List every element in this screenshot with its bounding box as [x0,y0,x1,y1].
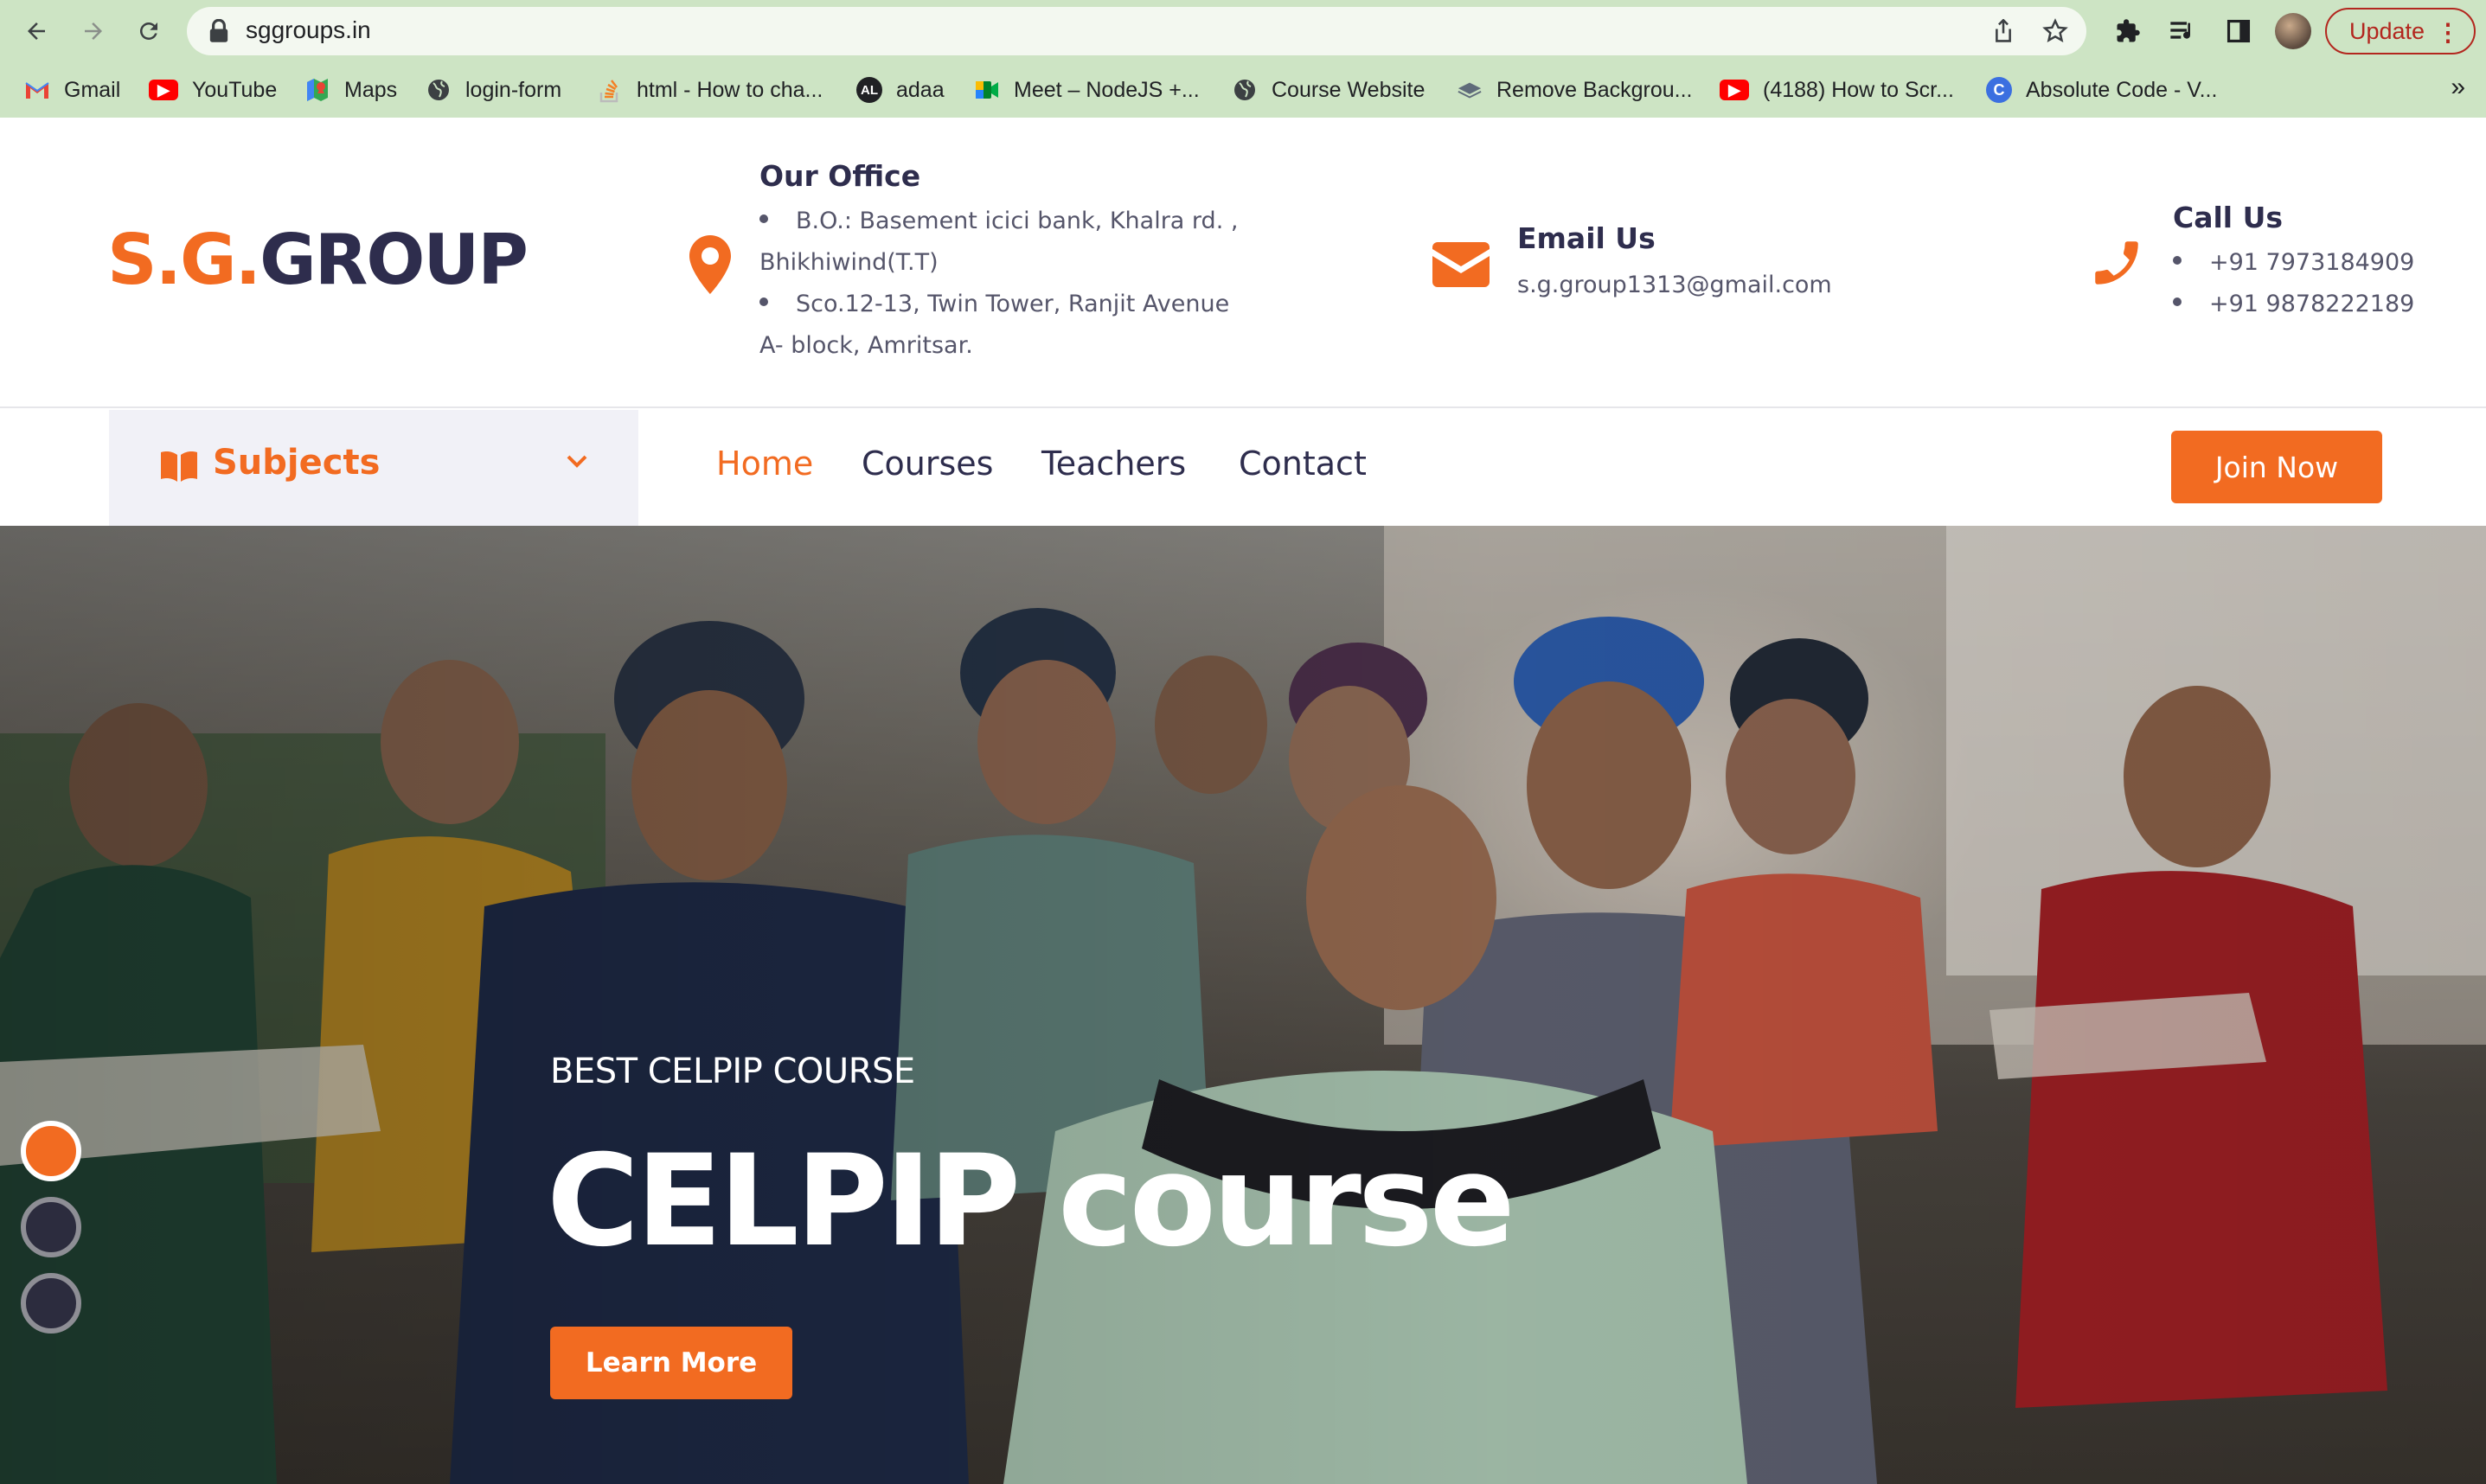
nav-teachers[interactable]: Teachers [1041,445,1186,483]
site-header: S.G.GROUP Our Office B.O.: Basement icic… [0,118,2486,408]
call-title: Call Us [2173,201,2284,234]
bookmark-star-icon[interactable] [2040,16,2071,47]
more-menu-icon[interactable]: ⋮ [2436,18,2460,47]
join-now-button[interactable]: Join Now [2171,431,2382,503]
learn-more-button[interactable]: Learn More [550,1327,792,1399]
hero-slider: BEST CELPIP COURSE CELPIP course Learn M… [0,526,2486,1484]
location-pin-icon [689,235,731,294]
absolutecode-icon: C [1986,77,2012,103]
extensions-icon[interactable] [2109,12,2147,50]
meet-icon [974,77,1000,103]
slide-indicator-3[interactable] [21,1273,81,1334]
bullet [2173,255,2182,265]
bookmark-maps[interactable]: Maps [304,73,397,107]
office-title: Our Office [759,159,921,193]
bookmark-youtube-video[interactable]: ▶ (4188) How to Scr... [1720,73,1954,107]
book-open-icon [161,451,197,482]
phone-icon [2095,241,2138,285]
update-button[interactable]: Update ⋮ [2325,8,2476,54]
globe-icon [426,77,452,103]
bookmark-login-form[interactable]: login-form [426,73,561,107]
nav-contact[interactable]: Contact [1239,445,1367,483]
nav-courses[interactable]: Courses [862,445,993,483]
bullet [2173,297,2182,306]
maps-icon [304,77,330,103]
hero-title: CELPIP course [547,1128,1515,1275]
bookmark-course-website[interactable]: Course Website [1232,73,1425,107]
browser-chrome: sggroups.in Update ⋮ Gmail ▶ YouTube Map… [0,0,2486,118]
phone-2[interactable]: +91 9878222189 [2173,284,2414,325]
nav-home[interactable]: Home [716,445,813,483]
bookmarks-overflow-icon[interactable]: » [2451,73,2465,102]
back-icon[interactable] [17,12,55,50]
bookmarks-bar: Gmail ▶ YouTube Maps login-form html - H… [0,69,2486,111]
bullet [759,214,768,223]
reading-list-icon[interactable] [2164,12,2202,50]
gmail-icon [24,77,50,103]
bookmark-meet[interactable]: Meet – NodeJS +... [974,73,1200,107]
bookmark-absolute-code[interactable]: C Absolute Code - V... [1986,73,2217,107]
update-label: Update [2349,17,2425,44]
youtube-icon: ▶ [149,80,178,100]
url-text: sggroups.in [246,16,371,43]
email-address[interactable]: s.g.group1313@gmail.com [1517,265,1832,306]
chevron-down-icon [567,455,587,468]
bookmark-gmail[interactable]: Gmail [24,73,120,107]
youtube-icon: ▶ [1720,80,1749,100]
bullet [759,297,768,306]
bookmark-remove-background[interactable]: Remove Backgrou... [1457,73,1693,107]
bookmark-youtube[interactable]: ▶ YouTube [149,73,277,107]
site-logo[interactable]: S.G.GROUP [107,220,529,300]
lock-icon [209,19,228,42]
bookmark-stackoverflow[interactable]: html - How to cha... [597,73,823,107]
reload-icon[interactable] [130,12,168,50]
subjects-dropdown[interactable]: Subjects [109,410,638,526]
phone-1[interactable]: +91 7973184909 [2173,242,2414,284]
profile-avatar[interactable] [2275,13,2311,49]
adaa-icon: AL [856,77,882,103]
envelope-icon [1432,242,1490,287]
phone-numbers: +91 7973184909 +91 9878222189 [2173,242,2414,325]
bookmark-adaa[interactable]: AL adaa [856,73,945,107]
email-title: Email Us [1517,221,1656,255]
subjects-label: Subjects [213,443,381,483]
side-panel-icon[interactable] [2220,12,2258,50]
office-address: B.O.: Basement icici bank, Khalra rd. , … [759,208,1239,359]
forward-icon[interactable] [74,12,112,50]
removebg-icon [1457,77,1483,103]
share-icon[interactable] [1988,16,2019,47]
slide-indicator-1[interactable] [21,1121,81,1181]
globe-icon [1232,77,1258,103]
main-nav: Subjects Home Courses Teachers Contact J… [0,410,2486,526]
stackoverflow-icon [597,77,623,103]
hero-overlay [0,526,2486,1484]
slide-indicator-2[interactable] [21,1197,81,1257]
hero-subtitle: BEST CELPIP COURSE [550,1052,915,1091]
address-bar[interactable]: sggroups.in [187,7,2086,55]
browser-toolbar: sggroups.in Update ⋮ [0,0,2486,62]
